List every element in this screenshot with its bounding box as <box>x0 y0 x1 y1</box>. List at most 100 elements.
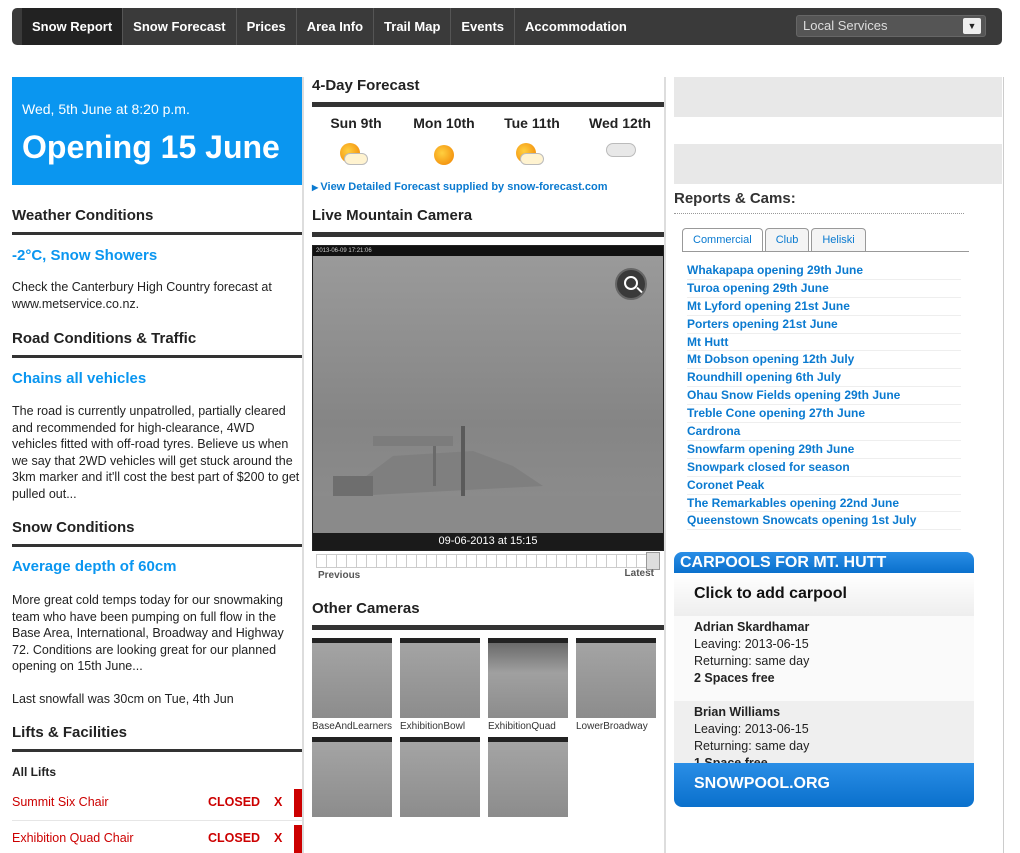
day-name: Tue 11th <box>504 115 560 131</box>
carpool-widget: CARPOOLS FOR MT. HUTT Click to add carpo… <box>674 552 974 807</box>
camera-caption: 09-06-2013 at 15:15 <box>313 533 663 550</box>
opening-banner: Wed, 5th June at 8:20 p.m. Opening 15 Ju… <box>12 77 302 185</box>
carpool-returning: Returning: same day <box>694 739 810 753</box>
camera-thumb[interactable]: ExhibitionQuad <box>488 638 568 737</box>
tab-club[interactable]: Club <box>764 228 810 251</box>
nav-snow-report[interactable]: Snow Report <box>22 8 124 45</box>
resort-link[interactable]: Mt Lyford opening 21st June <box>687 298 961 316</box>
other-cameras-heading: Other Cameras <box>312 600 664 630</box>
camera-timestamp: 2013-06-09 17:21:06 <box>313 246 663 256</box>
day-name: Mon 10th <box>413 115 475 131</box>
status-bar <box>294 789 302 817</box>
resort-link[interactable]: Turoa opening 29th June <box>687 280 961 298</box>
snowpool-link[interactable]: SNOWPOOL.ORG <box>674 763 974 807</box>
tab-commercial[interactable]: Commercial <box>682 228 763 251</box>
thumb-label: BaseAndLearners <box>312 721 393 732</box>
resort-link[interactable]: Coronet Peak <box>687 477 961 495</box>
camera-thumb[interactable] <box>488 737 568 817</box>
reports-cams-heading: Reports & Cams: <box>674 190 964 214</box>
local-services-select[interactable]: Local Services ▼ <box>796 15 986 37</box>
add-carpool-button[interactable]: Click to add carpool <box>674 573 974 616</box>
forecast-day[interactable]: Tue 11th <box>488 107 576 173</box>
lift-status: CLOSED <box>208 795 261 809</box>
forecast-day[interactable]: Mon 10th <box>400 107 488 173</box>
resort-link[interactable]: Porters opening 21st June <box>687 316 961 334</box>
road-summary: Chains all vehicles <box>12 370 147 387</box>
resort-link[interactable]: Queenstown Snowcats opening 1st July <box>687 512 961 531</box>
camera-thumb[interactable]: LowerBroadway <box>576 638 656 737</box>
resort-link[interactable]: Mt Hutt <box>687 334 961 352</box>
top-nav: Snow Report Snow Forecast Prices Area In… <box>12 8 1002 45</box>
tab-heliski[interactable]: Heliski <box>811 228 866 251</box>
camera-scene <box>313 426 663 534</box>
resort-link[interactable]: Whakapapa opening 29th June <box>687 262 961 280</box>
lifts-filter[interactable]: All Lifts <box>12 765 302 785</box>
nav-events[interactable]: Events <box>451 8 516 45</box>
thumb-image <box>400 737 480 817</box>
weather-text: Check the Canterbury High Country foreca… <box>12 280 272 311</box>
forecast-day[interactable]: Wed 12th <box>576 107 664 173</box>
snow-heading: Snow Conditions <box>12 519 302 547</box>
camera-thumb[interactable]: BaseAndLearners <box>312 638 392 737</box>
slider-latest[interactable]: Latest <box>625 568 654 579</box>
nav-prices[interactable]: Prices <box>237 8 297 45</box>
road-heading: Road Conditions & Traffic <box>12 330 302 358</box>
resort-link[interactable]: Roundhill opening 6th July <box>687 369 961 388</box>
left-column: Wed, 5th June at 8:20 p.m. Opening 15 Ju… <box>12 77 302 853</box>
carpool-leaving: Leaving: 2013-06-15 <box>694 722 809 736</box>
nav-snow-forecast[interactable]: Snow Forecast <box>123 8 237 45</box>
forecast-days: Sun 9th Mon 10th Tue 11th Wed 12th <box>312 107 664 173</box>
lift-row: Summit Six Chair CLOSED X <box>12 785 302 821</box>
camera-thumb[interactable] <box>400 737 480 817</box>
last-snowfall: Last snowfall was 30cm on Tue, 4th Jun <box>12 691 234 706</box>
lifts-heading: Lifts & Facilities <box>12 724 302 752</box>
ad-slot <box>674 77 1002 117</box>
nav-area-info[interactable]: Area Info <box>297 8 375 45</box>
detailed-forecast-link[interactable]: ▶ View Detailed Forecast supplied by sno… <box>312 181 664 193</box>
carpool-heading: CARPOOLS FOR MT. HUTT <box>674 552 974 573</box>
camera-thumb[interactable]: ExhibitionBowl <box>400 638 480 737</box>
page-edge <box>1003 77 1004 853</box>
live-camera-image[interactable]: 2013-06-09 17:21:06 09-06-2013 at 15:15 <box>312 245 664 551</box>
carpool-returning: Returning: same day <box>694 654 810 668</box>
resort-link[interactable]: Cardrona <box>687 423 961 441</box>
weather-summary: -2°C, Snow Showers <box>12 247 158 264</box>
day-name: Wed 12th <box>589 115 651 131</box>
camera-time-slider[interactable] <box>316 552 660 570</box>
right-column: Reports & Cams: Commercial Club Heliski … <box>674 77 1002 807</box>
thumb-label: ExhibitionQuad <box>488 721 556 732</box>
camera-thumb[interactable] <box>312 737 392 817</box>
slider-previous[interactable]: Previous <box>318 570 360 581</box>
camera-view <box>313 256 663 534</box>
resort-link[interactable]: The Remarkables opening 22nd June <box>687 495 961 513</box>
resort-link[interactable]: Ohau Snow Fields opening 29th June <box>687 387 961 406</box>
nav-trail-map[interactable]: Trail Map <box>374 8 452 45</box>
forecast-day[interactable]: Sun 9th <box>312 107 400 173</box>
sun-cloud-icon <box>312 137 400 173</box>
lift-name[interactable]: Exhibition Quad Chair <box>12 831 134 845</box>
resort-link[interactable]: Snowpark closed for season <box>687 459 961 477</box>
opening-title: Opening 15 June <box>22 129 280 165</box>
carpool-entry[interactable]: Adrian Skardhamar Leaving: 2013-06-15 Re… <box>674 616 974 701</box>
resort-link[interactable]: Treble Cone opening 27th June <box>687 405 961 424</box>
resort-list: Whakapapa opening 29th June Turoa openin… <box>687 262 961 531</box>
cloud-icon <box>576 137 664 173</box>
report-date: Wed, 5th June at 8:20 p.m. <box>22 101 190 117</box>
middle-column: 4-Day Forecast Sun 9th Mon 10th Tue 11th… <box>312 77 664 817</box>
lift-name[interactable]: Summit Six Chair <box>12 795 109 809</box>
thumb-image <box>576 638 656 718</box>
resort-link[interactable]: Snowfarm opening 29th June <box>687 441 961 459</box>
nav-accommodation[interactable]: Accommodation <box>515 8 637 45</box>
slider-labels: Previous Latest <box>312 568 664 582</box>
sun-cloud-icon <box>488 137 576 173</box>
ad-slot <box>674 144 1002 184</box>
thumb-label: ExhibitionBowl <box>400 721 466 732</box>
thumb-label: LowerBroadway <box>576 721 648 732</box>
lift-status: CLOSED <box>208 831 261 845</box>
camera-thumbs: BaseAndLearners ExhibitionBowl Exhibitio… <box>312 638 664 817</box>
carpool-spaces: 2 Spaces free <box>694 671 775 685</box>
road-text: The road is currently unpatrolled, parti… <box>12 404 300 501</box>
detailed-forecast-label: View Detailed Forecast supplied by snow-… <box>320 181 608 193</box>
zoom-icon[interactable] <box>615 268 647 300</box>
resort-link[interactable]: Mt Dobson opening 12th July <box>687 351 961 370</box>
